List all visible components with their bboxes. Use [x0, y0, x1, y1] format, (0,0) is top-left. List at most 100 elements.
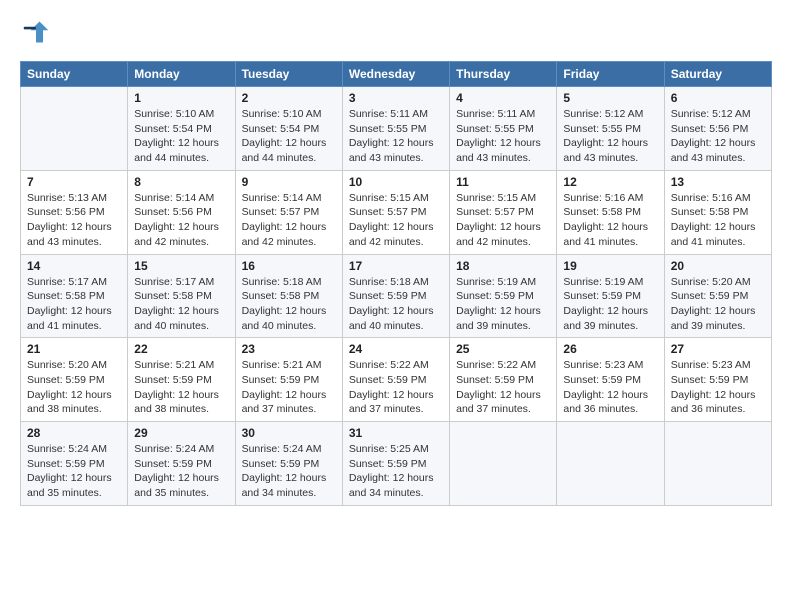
- weekday-tuesday: Tuesday: [235, 62, 342, 87]
- calendar-cell: [450, 422, 557, 506]
- calendar-cell: [557, 422, 664, 506]
- day-info: Sunrise: 5:20 AM Sunset: 5:59 PM Dayligh…: [27, 358, 121, 417]
- day-info: Sunrise: 5:11 AM Sunset: 5:55 PM Dayligh…: [456, 107, 550, 166]
- day-number: 12: [563, 175, 657, 189]
- day-number: 23: [242, 342, 336, 356]
- day-info: Sunrise: 5:10 AM Sunset: 5:54 PM Dayligh…: [134, 107, 228, 166]
- day-info: Sunrise: 5:12 AM Sunset: 5:56 PM Dayligh…: [671, 107, 765, 166]
- day-number: 22: [134, 342, 228, 356]
- logo-icon: [22, 18, 50, 46]
- day-number: 27: [671, 342, 765, 356]
- day-number: 26: [563, 342, 657, 356]
- day-info: Sunrise: 5:11 AM Sunset: 5:55 PM Dayligh…: [349, 107, 443, 166]
- day-number: 11: [456, 175, 550, 189]
- calendar-cell: 30Sunrise: 5:24 AM Sunset: 5:59 PM Dayli…: [235, 422, 342, 506]
- calendar-cell: [664, 422, 771, 506]
- day-info: Sunrise: 5:21 AM Sunset: 5:59 PM Dayligh…: [242, 358, 336, 417]
- calendar-cell: 12 Sunrise: 5:16 AM Sunset: 5:58 PM Dayli…: [557, 170, 664, 254]
- day-number: 13: [671, 175, 765, 189]
- day-info: Sunrise: 5:12 AM Sunset: 5:55 PM Dayligh…: [563, 107, 657, 166]
- calendar-cell: 19Sunrise: 5:19 AM Sunset: 5:59 PM Dayli…: [557, 254, 664, 338]
- day-info: Sunrise: 5:13 AM Sunset: 5:56 PM Dayligh…: [27, 191, 121, 250]
- day-number: 9: [242, 175, 336, 189]
- day-number: 5: [563, 91, 657, 105]
- day-info: Sunrise: 5:23 AM Sunset: 5:59 PM Dayligh…: [563, 358, 657, 417]
- day-info: Sunrise: 5:10 AM Sunset: 5:54 PM Dayligh…: [242, 107, 336, 166]
- calendar-cell: 15 Sunrise: 5:17 AM Sunset: 5:58 PM Dayli…: [128, 254, 235, 338]
- day-info: Sunrise: 5:21 AM Sunset: 5:59 PM Dayligh…: [134, 358, 228, 417]
- day-number: 31: [349, 426, 443, 440]
- day-info: Sunrise: 5:25 AM Sunset: 5:59 PM Dayligh…: [349, 442, 443, 501]
- weekday-monday: Monday: [128, 62, 235, 87]
- day-number: 15: [134, 259, 228, 273]
- calendar-header: SundayMondayTuesdayWednesdayThursdayFrid…: [21, 62, 772, 87]
- day-info: Sunrise: 5:15 AM Sunset: 5:57 PM Dayligh…: [456, 191, 550, 250]
- day-info: Sunrise: 5:16 AM Sunset: 5:58 PM Dayligh…: [671, 191, 765, 250]
- day-number: 29: [134, 426, 228, 440]
- weekday-wednesday: Wednesday: [342, 62, 449, 87]
- calendar-cell: 7Sunrise: 5:13 AM Sunset: 5:56 PM Daylig…: [21, 170, 128, 254]
- calendar-cell: 27 Sunrise: 5:23 AM Sunset: 5:59 PM Dayli…: [664, 338, 771, 422]
- weekday-saturday: Saturday: [664, 62, 771, 87]
- day-info: Sunrise: 5:14 AM Sunset: 5:56 PM Dayligh…: [134, 191, 228, 250]
- day-number: 25: [456, 342, 550, 356]
- calendar-cell: 6Sunrise: 5:12 AM Sunset: 5:56 PM Daylig…: [664, 87, 771, 171]
- calendar-cell: 3 Sunrise: 5:11 AM Sunset: 5:55 PM Daylig…: [342, 87, 449, 171]
- page-container: SundayMondayTuesdayWednesdayThursdayFrid…: [0, 0, 792, 516]
- week-row-3: 14 Sunrise: 5:17 AM Sunset: 5:58 PM Dayli…: [21, 254, 772, 338]
- day-number: 24: [349, 342, 443, 356]
- calendar-cell: 10Sunrise: 5:15 AM Sunset: 5:57 PM Dayli…: [342, 170, 449, 254]
- day-info: Sunrise: 5:23 AM Sunset: 5:59 PM Dayligh…: [671, 358, 765, 417]
- day-number: 2: [242, 91, 336, 105]
- calendar-cell: 2 Sunrise: 5:10 AM Sunset: 5:54 PM Daylig…: [235, 87, 342, 171]
- day-info: Sunrise: 5:20 AM Sunset: 5:59 PM Dayligh…: [671, 275, 765, 334]
- day-number: 14: [27, 259, 121, 273]
- calendar-cell: 21 Sunrise: 5:20 AM Sunset: 5:59 PM Dayli…: [21, 338, 128, 422]
- header: [20, 18, 772, 51]
- weekday-sunday: Sunday: [21, 62, 128, 87]
- calendar-cell: 20 Sunrise: 5:20 AM Sunset: 5:59 PM Dayli…: [664, 254, 771, 338]
- day-info: Sunrise: 5:17 AM Sunset: 5:58 PM Dayligh…: [27, 275, 121, 334]
- calendar-cell: 23 Sunrise: 5:21 AM Sunset: 5:59 PM Dayli…: [235, 338, 342, 422]
- calendar-cell: 13 Sunrise: 5:16 AM Sunset: 5:58 PM Dayli…: [664, 170, 771, 254]
- calendar-cell: 9Sunrise: 5:14 AM Sunset: 5:57 PM Daylig…: [235, 170, 342, 254]
- calendar-table: SundayMondayTuesdayWednesdayThursdayFrid…: [20, 61, 772, 506]
- calendar-cell: 17Sunrise: 5:18 AM Sunset: 5:59 PM Dayli…: [342, 254, 449, 338]
- calendar-cell: 18 Sunrise: 5:19 AM Sunset: 5:59 PM Dayli…: [450, 254, 557, 338]
- week-row-5: 28 Sunrise: 5:24 AM Sunset: 5:59 PM Dayli…: [21, 422, 772, 506]
- week-row-4: 21 Sunrise: 5:20 AM Sunset: 5:59 PM Dayli…: [21, 338, 772, 422]
- day-info: Sunrise: 5:24 AM Sunset: 5:59 PM Dayligh…: [134, 442, 228, 501]
- logo: [20, 18, 50, 51]
- calendar-cell: 25 Sunrise: 5:22 AM Sunset: 5:59 PM Dayli…: [450, 338, 557, 422]
- day-info: Sunrise: 5:17 AM Sunset: 5:58 PM Dayligh…: [134, 275, 228, 334]
- calendar-cell: 29 Sunrise: 5:24 AM Sunset: 5:59 PM Dayli…: [128, 422, 235, 506]
- calendar-cell: 28 Sunrise: 5:24 AM Sunset: 5:59 PM Dayli…: [21, 422, 128, 506]
- day-info: Sunrise: 5:19 AM Sunset: 5:59 PM Dayligh…: [456, 275, 550, 334]
- calendar-cell: 8 Sunrise: 5:14 AM Sunset: 5:56 PM Daylig…: [128, 170, 235, 254]
- calendar-cell: 26 Sunrise: 5:23 AM Sunset: 5:59 PM Dayli…: [557, 338, 664, 422]
- day-info: Sunrise: 5:16 AM Sunset: 5:58 PM Dayligh…: [563, 191, 657, 250]
- weekday-friday: Friday: [557, 62, 664, 87]
- day-info: Sunrise: 5:22 AM Sunset: 5:59 PM Dayligh…: [456, 358, 550, 417]
- calendar-cell: 14 Sunrise: 5:17 AM Sunset: 5:58 PM Dayli…: [21, 254, 128, 338]
- day-info: Sunrise: 5:24 AM Sunset: 5:59 PM Dayligh…: [242, 442, 336, 501]
- calendar-cell: 4Sunrise: 5:11 AM Sunset: 5:55 PM Daylig…: [450, 87, 557, 171]
- day-number: 1: [134, 91, 228, 105]
- calendar-cell: 22 Sunrise: 5:21 AM Sunset: 5:59 PM Dayli…: [128, 338, 235, 422]
- day-number: 3: [349, 91, 443, 105]
- calendar-cell: 1 Sunrise: 5:10 AM Sunset: 5:54 PM Daylig…: [128, 87, 235, 171]
- weekday-thursday: Thursday: [450, 62, 557, 87]
- day-number: 20: [671, 259, 765, 273]
- day-number: 8: [134, 175, 228, 189]
- calendar-cell: 11 Sunrise: 5:15 AM Sunset: 5:57 PM Dayli…: [450, 170, 557, 254]
- day-number: 16: [242, 259, 336, 273]
- day-number: 21: [27, 342, 121, 356]
- calendar-cell: 16Sunrise: 5:18 AM Sunset: 5:58 PM Dayli…: [235, 254, 342, 338]
- day-info: Sunrise: 5:15 AM Sunset: 5:57 PM Dayligh…: [349, 191, 443, 250]
- day-number: 18: [456, 259, 550, 273]
- week-row-1: 1 Sunrise: 5:10 AM Sunset: 5:54 PM Daylig…: [21, 87, 772, 171]
- day-info: Sunrise: 5:18 AM Sunset: 5:59 PM Dayligh…: [349, 275, 443, 334]
- week-row-2: 7Sunrise: 5:13 AM Sunset: 5:56 PM Daylig…: [21, 170, 772, 254]
- day-number: 28: [27, 426, 121, 440]
- day-info: Sunrise: 5:24 AM Sunset: 5:59 PM Dayligh…: [27, 442, 121, 501]
